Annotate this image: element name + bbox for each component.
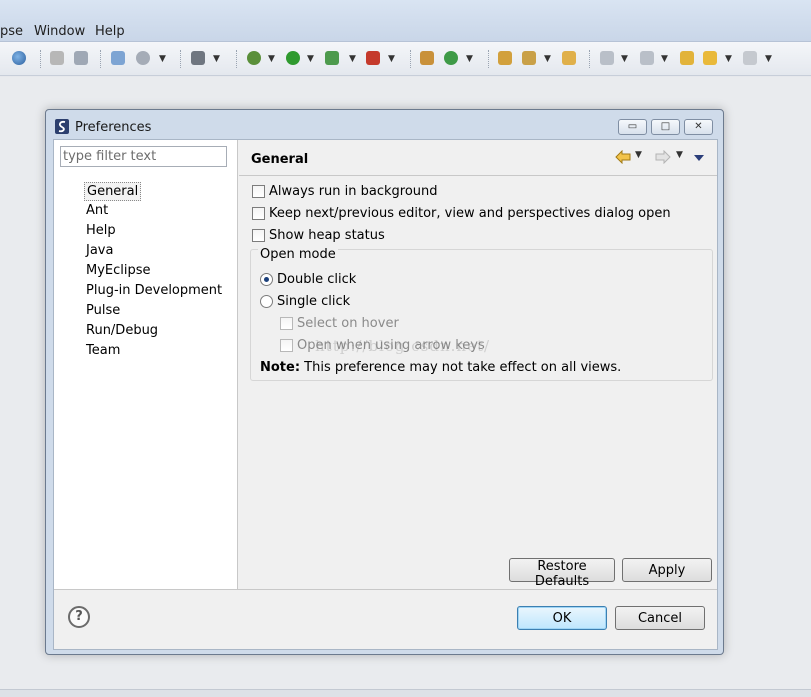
tree-item-java[interactable]: Java (84, 242, 115, 261)
apply-button[interactable]: Apply (622, 558, 712, 582)
tree-item-run-debug[interactable]: Run/Debug (84, 322, 160, 341)
checkbox-label: Keep next/previous editor, view and pers… (269, 205, 671, 221)
checkbox-box[interactable] (280, 316, 293, 330)
footer-divider (54, 589, 717, 590)
page-header: General ▼ ▼ (239, 140, 717, 176)
note-text: Note: This preference may not take effec… (260, 358, 621, 376)
chevron-down-icon[interactable]: ▼ (388, 54, 395, 64)
toolbar-separator (488, 50, 489, 68)
chevron-down-icon[interactable]: ▼ (544, 54, 551, 64)
menubar: pse Window Help (0, 0, 811, 42)
close-icon: ✕ (694, 121, 703, 132)
chevron-down-icon[interactable]: ▼ (765, 54, 772, 64)
forward-history-chevron-icon[interactable]: ▼ (676, 150, 683, 160)
checkbox-box[interactable] (280, 338, 293, 352)
radio-label: Double click (277, 271, 357, 287)
chevron-down-icon[interactable]: ▼ (349, 54, 356, 64)
watermark-text: http://blog.csdn.net/ (315, 337, 491, 355)
menu-eclipse[interactable]: pse (0, 24, 23, 39)
chevron-down-icon[interactable]: ▼ (268, 54, 275, 64)
chevron-down-icon[interactable]: ▼ (213, 54, 220, 64)
checkbox-box[interactable] (252, 206, 265, 220)
help-icon[interactable]: ? (68, 606, 90, 628)
checkbox-box[interactable] (252, 184, 265, 198)
radio-label: Single click (277, 293, 351, 309)
checkbox-label: Always run in background (269, 183, 438, 199)
chevron-down-icon[interactable]: ▼ (621, 54, 628, 64)
note-label: Note: (260, 359, 301, 375)
radio-button[interactable] (260, 272, 273, 286)
maximize-button[interactable]: □ (651, 119, 680, 135)
tree-item-general[interactable]: General (84, 182, 142, 201)
main-toolbar: ▼ ▼ ▼ ▼ ▼ ▼ ▼ ▼ ▼ ▼ ▼ ▼ (0, 42, 811, 76)
forward-arrow-icon[interactable] (655, 150, 671, 164)
dialog-titlebar[interactable]: Preferences ▭ □ ✕ (46, 110, 723, 140)
chevron-down-icon[interactable]: ▼ (307, 54, 314, 64)
page-title: General (251, 152, 309, 167)
checkbox-label: Select on hover (297, 315, 399, 331)
menu-window[interactable]: Window (34, 24, 85, 39)
back-history-chevron-icon[interactable]: ▼ (635, 150, 642, 160)
toolbar-separator (236, 50, 237, 68)
view-menu-icon[interactable] (694, 155, 704, 161)
open-mode-label: Open mode (258, 247, 338, 262)
filter-input[interactable] (60, 146, 227, 167)
always-run-background-checkbox[interactable]: Always run in background (252, 182, 438, 200)
menu-help[interactable]: Help (95, 24, 125, 39)
status-bar (0, 689, 811, 697)
toolbar-separator (589, 50, 590, 68)
minimize-icon: ▭ (627, 121, 638, 132)
double-click-radio[interactable]: Double click (260, 270, 356, 288)
preference-page: General ▼ ▼ Always run in background Kee… (239, 140, 717, 589)
chevron-down-icon[interactable]: ▼ (725, 54, 732, 64)
restore-defaults-button[interactable]: Restore Defaults (509, 558, 615, 589)
chevron-down-icon[interactable]: ▼ (159, 54, 166, 64)
tree-item-team[interactable]: Team (84, 342, 122, 361)
keep-next-previous-checkbox[interactable]: Keep next/previous editor, view and pers… (252, 204, 671, 222)
maximize-icon: □ (660, 121, 671, 132)
tree-item-plugin-development[interactable]: Plug-in Development (84, 282, 224, 301)
tree-item-myeclipse[interactable]: MyEclipse (84, 262, 153, 281)
checkbox-label: Show heap status (269, 227, 385, 243)
close-button[interactable]: ✕ (684, 119, 713, 135)
tree-item-pulse[interactable]: Pulse (84, 302, 122, 321)
dialog-title: Preferences (75, 120, 152, 135)
single-click-radio[interactable]: Single click (260, 292, 350, 310)
select-on-hover-checkbox[interactable]: Select on hover (280, 314, 399, 332)
toolbar-separator (40, 50, 41, 68)
cancel-button[interactable]: Cancel (615, 606, 705, 630)
toolbar-separator (180, 50, 181, 68)
back-arrow-icon[interactable] (615, 150, 631, 164)
show-heap-status-checkbox[interactable]: Show heap status (252, 226, 385, 244)
dialog-client-area: General Ant Help Java MyEclipse Plug-in … (53, 139, 718, 650)
toolbar-separator (410, 50, 411, 68)
checkbox-box[interactable] (252, 228, 265, 242)
minimize-button[interactable]: ▭ (618, 119, 647, 135)
tree-item-ant[interactable]: Ant (84, 202, 110, 221)
preference-tree-pane: General Ant Help Java MyEclipse Plug-in … (54, 140, 238, 589)
preferences-dialog: Preferences ▭ □ ✕ General Ant Help Java … (45, 109, 724, 655)
ok-button[interactable]: OK (517, 606, 607, 630)
tree-item-help[interactable]: Help (84, 222, 118, 241)
chevron-down-icon[interactable]: ▼ (661, 54, 668, 64)
myeclipse-logo-icon (55, 119, 69, 134)
chevron-down-icon[interactable]: ▼ (466, 54, 473, 64)
radio-button[interactable] (260, 294, 273, 308)
toolbar-separator (100, 50, 101, 68)
note-body: This preference may not take effect on a… (300, 359, 622, 375)
